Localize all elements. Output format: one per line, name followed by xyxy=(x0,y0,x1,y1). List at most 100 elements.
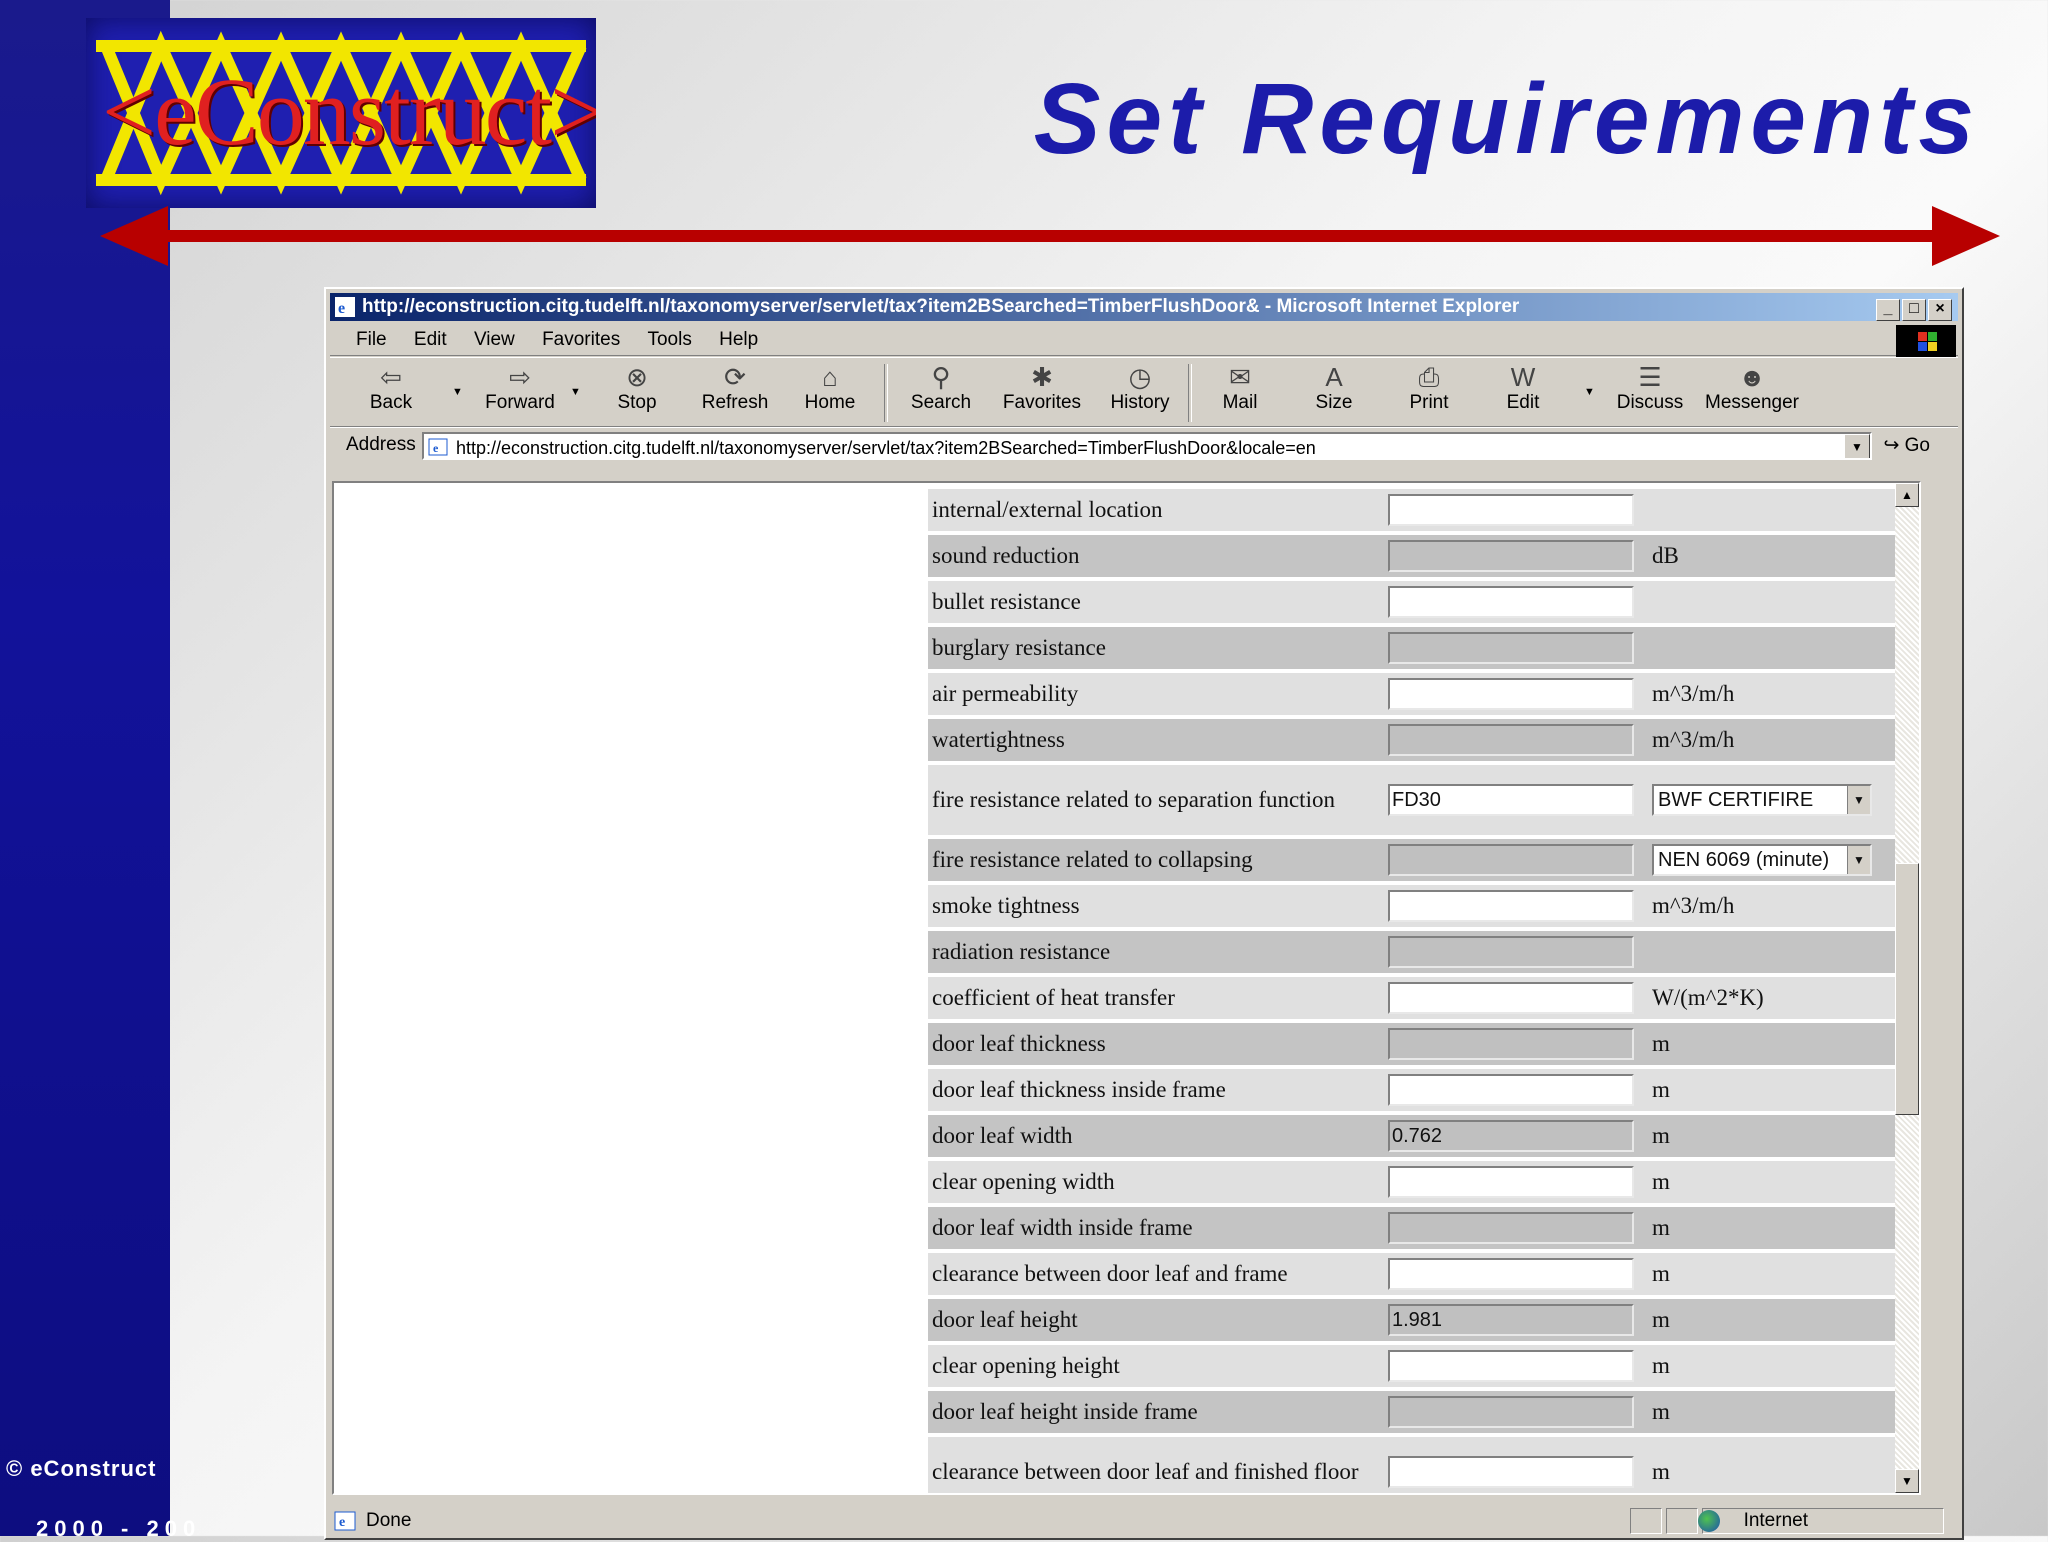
requirement-unit-cell xyxy=(1648,489,1910,531)
requirement-value-input[interactable] xyxy=(1388,1212,1634,1244)
favorites-button[interactable]: ✱ Favorites xyxy=(1000,362,1084,414)
edit-dropdown-icon[interactable]: ▼ xyxy=(1584,386,1595,398)
back-dropdown-icon[interactable]: ▼ xyxy=(452,386,463,398)
requirement-cell xyxy=(1384,535,1648,577)
requirement-value-input[interactable]: 0.762 xyxy=(1388,1120,1634,1152)
scroll-up-icon[interactable]: ▲ xyxy=(1895,483,1919,507)
requirement-unit: m xyxy=(1652,1353,1670,1378)
requirement-label: clearance between door leaf and frame xyxy=(928,1253,1384,1295)
forward-dropdown-icon[interactable]: ▼ xyxy=(570,386,581,398)
window-titlebar[interactable]: e http://econstruction.citg.tudelft.nl/t… xyxy=(330,293,1958,321)
svg-text:e: e xyxy=(339,1515,345,1530)
requirement-value-input[interactable]: FD30 xyxy=(1388,784,1634,816)
requirement-value-input[interactable] xyxy=(1388,540,1634,572)
requirement-unit-cell: m xyxy=(1648,1115,1910,1157)
maximize-button[interactable]: □ xyxy=(1902,299,1926,321)
history-icon: ◷ xyxy=(1128,362,1152,392)
requirement-value-input[interactable] xyxy=(1388,1350,1634,1382)
copyright-years: 2000 - 200 xyxy=(36,1516,202,1541)
address-dropdown-icon[interactable]: ▼ xyxy=(1844,434,1870,458)
address-value: http://econstruction.citg.tudelft.nl/tax… xyxy=(456,438,1316,458)
requirement-unit-cell: m xyxy=(1648,1161,1910,1203)
requirement-cell xyxy=(1384,1069,1648,1111)
econstruct-logo: <eConstruct> xyxy=(86,18,596,208)
menu-edit[interactable]: Edit xyxy=(414,329,447,350)
select-dropdown-icon[interactable]: ▼ xyxy=(1847,846,1870,874)
requirement-value-input[interactable] xyxy=(1388,1074,1634,1106)
standard-select[interactable]: NEN 6069 (minute) ▼ xyxy=(1652,844,1872,876)
search-button[interactable]: ⚲ Search xyxy=(906,362,976,414)
vertical-scrollbar[interactable]: ▲ ▼ xyxy=(1895,483,1919,1493)
menu-view[interactable]: View xyxy=(474,329,515,350)
forward-arrow-icon: ⇨ xyxy=(509,362,531,392)
requirement-value-input[interactable] xyxy=(1388,724,1634,756)
address-input[interactable]: e http://econstruction.citg.tudelft.nl/t… xyxy=(422,432,1872,460)
requirement-value-input[interactable] xyxy=(1388,494,1634,526)
edit-button[interactable]: W Edit xyxy=(1498,362,1548,414)
requirement-label: clearance between door leaf and finished… xyxy=(928,1437,1384,1493)
requirement-unit: m xyxy=(1652,1031,1670,1056)
requirement-cell xyxy=(1384,1345,1648,1387)
home-label: Home xyxy=(804,392,856,413)
menu-help[interactable]: Help xyxy=(719,329,758,350)
menu-favorites[interactable]: Favorites xyxy=(542,329,620,350)
select-dropdown-icon[interactable]: ▼ xyxy=(1847,786,1870,814)
standard-select[interactable]: BWF CERTIFIRE ▼ xyxy=(1652,784,1872,816)
close-button[interactable]: × xyxy=(1928,299,1952,321)
windows-logo-icon xyxy=(1896,325,1956,357)
requirement-row: smoke tightness m^3/m/h xyxy=(928,885,1910,927)
requirement-value-input[interactable] xyxy=(1388,1396,1634,1428)
requirement-unit: dB xyxy=(1652,543,1679,568)
requirement-value-input[interactable] xyxy=(1388,632,1634,664)
scrollbar-thumb[interactable] xyxy=(1895,863,1919,1115)
stop-button[interactable]: ⊗ Stop xyxy=(612,362,662,414)
requirement-unit: m xyxy=(1652,1169,1670,1194)
requirement-unit-cell: BWF CERTIFIRE ▼ xyxy=(1648,765,1910,835)
requirement-row: door leaf height inside frame m xyxy=(928,1391,1910,1433)
history-label: History xyxy=(1110,392,1170,413)
mail-button[interactable]: ✉ Mail xyxy=(1210,362,1270,414)
requirement-cell xyxy=(1384,1023,1648,1065)
requirement-value-input[interactable] xyxy=(1388,1166,1634,1198)
requirement-value-input[interactable] xyxy=(1388,844,1634,876)
requirement-row: fire resistance related to collapsing NEN… xyxy=(928,839,1910,881)
forward-button[interactable]: ⇨ Forward xyxy=(480,362,560,414)
requirement-value-input[interactable]: 1.981 xyxy=(1388,1304,1634,1336)
refresh-icon: ⟳ xyxy=(724,362,746,392)
size-button[interactable]: A Size xyxy=(1306,362,1362,414)
requirement-unit-cell: m xyxy=(1648,1391,1910,1433)
page-done-icon: e xyxy=(334,1511,356,1531)
requirement-row: coefficient of heat transfer W/(m^2*K) xyxy=(928,977,1910,1019)
zone-text: Internet xyxy=(1743,1510,1808,1531)
favorites-label: Favorites xyxy=(1002,392,1082,413)
requirement-cell xyxy=(1384,1207,1648,1249)
messenger-button[interactable]: ☻ Messenger xyxy=(1704,362,1800,414)
browser-window: e http://econstruction.citg.tudelft.nl/t… xyxy=(324,287,1964,1540)
requirement-cell xyxy=(1384,977,1648,1019)
requirement-value-input[interactable] xyxy=(1388,1028,1634,1060)
menu-tools[interactable]: Tools xyxy=(647,329,691,350)
back-button[interactable]: ⇦ Back xyxy=(360,362,422,414)
page-icon: e xyxy=(428,438,448,456)
requirement-value-input[interactable] xyxy=(1388,678,1634,710)
requirement-label: sound reduction xyxy=(928,535,1384,577)
requirement-value-input[interactable] xyxy=(1388,586,1634,618)
requirement-unit-cell: m xyxy=(1648,1345,1910,1387)
minimize-button[interactable]: _ xyxy=(1876,299,1900,321)
requirement-value-input[interactable] xyxy=(1388,1258,1634,1290)
status-bar: e Done Internet xyxy=(330,1506,1958,1536)
print-button[interactable]: ⎙ Print xyxy=(1404,362,1454,414)
go-button[interactable]: ↪ Go xyxy=(1883,434,1930,457)
requirement-value-input[interactable] xyxy=(1388,1456,1634,1488)
scroll-down-icon[interactable]: ▼ xyxy=(1895,1469,1919,1493)
home-button[interactable]: ⌂ Home xyxy=(800,362,860,414)
requirement-value-input[interactable] xyxy=(1388,890,1634,922)
requirement-value-input[interactable] xyxy=(1388,982,1634,1014)
discuss-button[interactable]: ☰ Discuss xyxy=(1616,362,1684,414)
refresh-button[interactable]: ⟳ Refresh xyxy=(700,362,770,414)
requirement-row: air permeability m^3/m/h xyxy=(928,673,1910,715)
menu-file[interactable]: File xyxy=(356,329,387,350)
history-button[interactable]: ◷ History xyxy=(1104,362,1176,414)
requirement-value-input[interactable] xyxy=(1388,936,1634,968)
requirement-label: clear opening width xyxy=(928,1161,1384,1203)
